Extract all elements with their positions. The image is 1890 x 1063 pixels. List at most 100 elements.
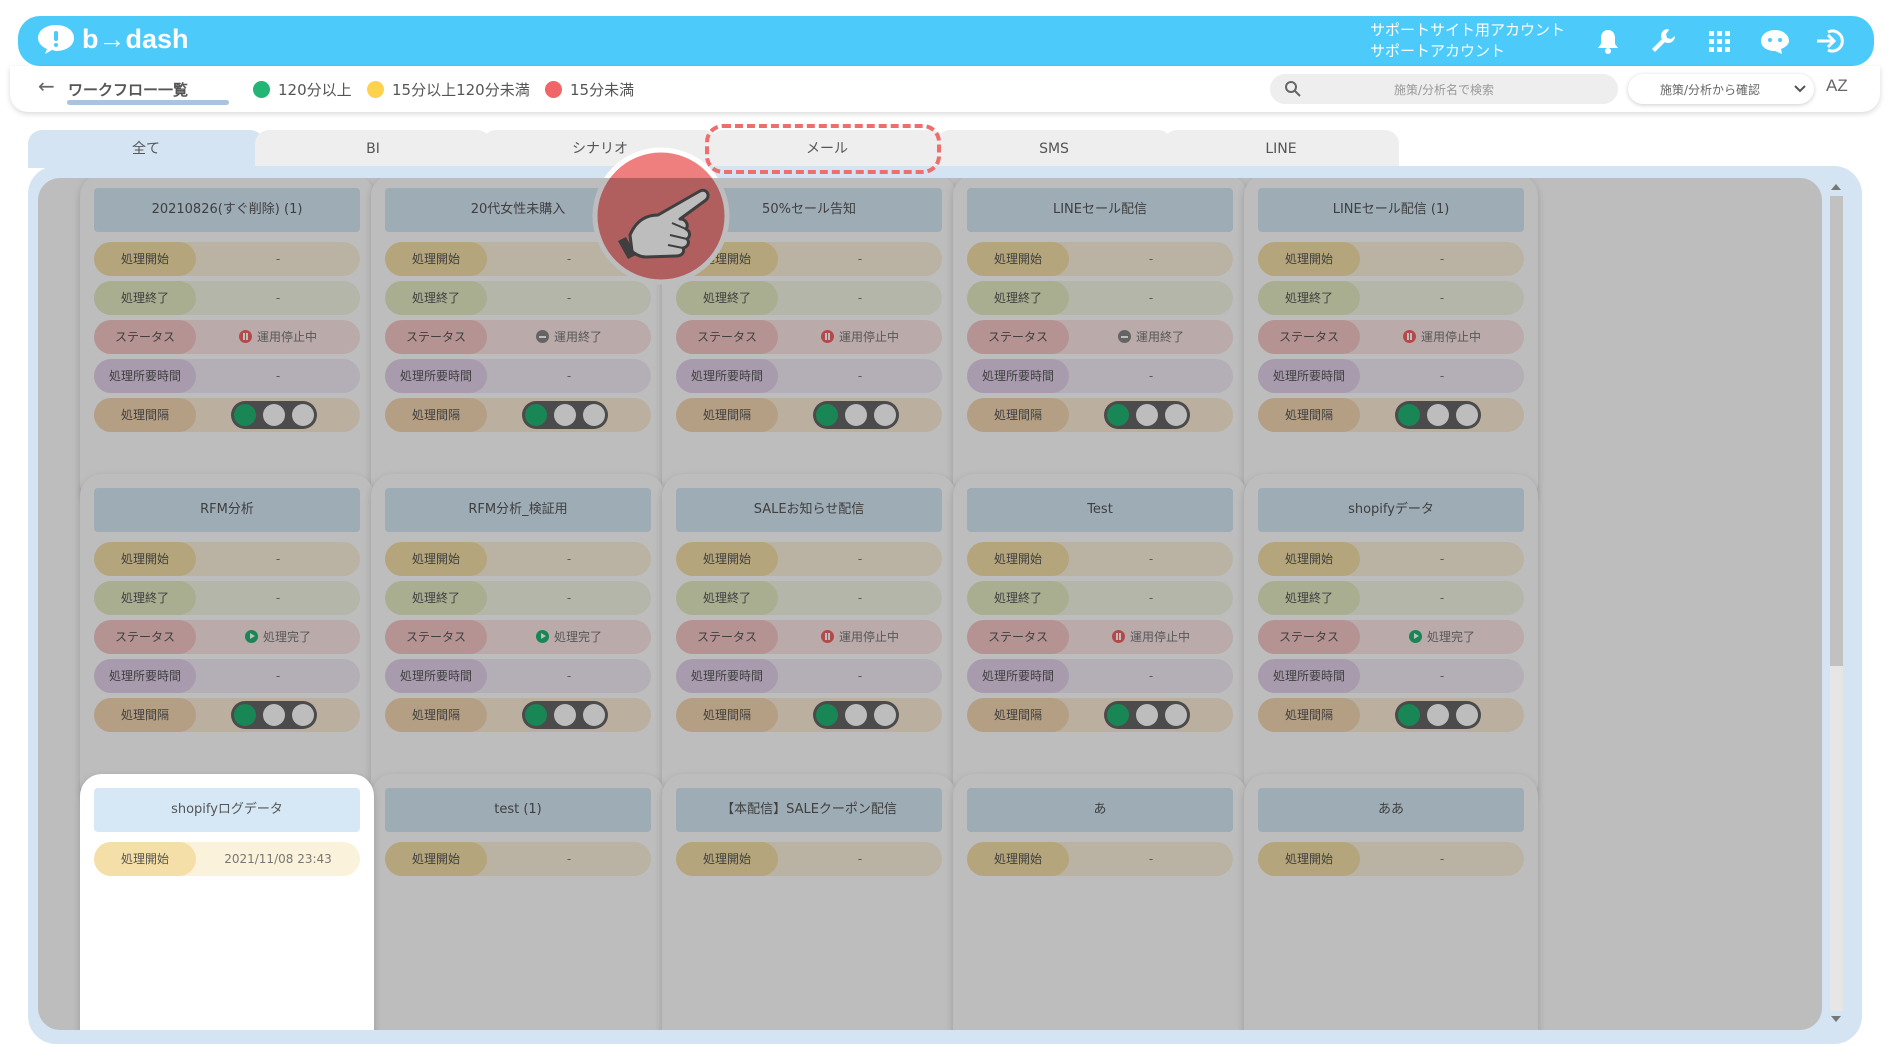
card-row-end: 処理終了 - xyxy=(385,581,651,615)
bell-icon[interactable] xyxy=(1593,26,1623,56)
interval-value xyxy=(1069,698,1233,732)
workflow-card[interactable]: Test 処理開始 - 処理終了 - ステータス 運用停止中 処理所要時間 - 処理間隔 xyxy=(953,474,1247,805)
workflow-card[interactable]: ああ 処理開始 - xyxy=(1244,774,1538,1030)
row-label: 処理開始 xyxy=(385,542,487,576)
card-title: RFM分析 xyxy=(94,488,360,532)
row-label: 処理終了 xyxy=(94,281,196,315)
workflow-card[interactable]: test (1) 処理開始 - xyxy=(371,774,665,1030)
logo[interactable]: b→dash xyxy=(36,23,189,55)
category-select[interactable]: 施策/分析から確認 xyxy=(1628,74,1814,104)
scrollbar[interactable] xyxy=(1824,178,1848,1030)
row-label: ステータス xyxy=(967,320,1069,354)
sort-az-button[interactable]: AZ xyxy=(1826,76,1848,96)
scroll-down-icon[interactable] xyxy=(1831,1016,1841,1024)
traffic-light-toggle[interactable] xyxy=(231,401,317,429)
card-row-duration: 処理所要時間 - xyxy=(967,359,1233,393)
traffic-light-toggle[interactable] xyxy=(522,401,608,429)
traffic-light-red xyxy=(583,704,605,726)
traffic-light-toggle[interactable] xyxy=(1395,701,1481,729)
traffic-light-yellow xyxy=(1427,704,1449,726)
card-row-duration: 処理所要時間 - xyxy=(385,359,651,393)
workflow-card[interactable]: RFM分析 処理開始 - 処理終了 - ステータス 処理完了 処理所要時間 - 処理間隔 xyxy=(80,474,374,805)
card-row-duration: 処理所要時間 - xyxy=(385,659,651,693)
workflow-card[interactable]: LINEセール配信 (1) 処理開始 - 処理終了 - ステータス 運用停止中 処理所… xyxy=(1244,178,1538,505)
row-value: - xyxy=(1439,669,1445,683)
wrench-icon[interactable] xyxy=(1648,26,1678,56)
card-title: shopifyデータ xyxy=(1258,488,1524,532)
workflow-card[interactable]: あ 処理開始 - xyxy=(953,774,1247,1030)
workflow-card[interactable]: SALEお知らせ配信 処理開始 - 処理終了 - ステータス 運用停止中 処理所要時間… xyxy=(662,474,956,805)
grid-icon[interactable] xyxy=(1704,26,1734,56)
scrollbar-thumb[interactable] xyxy=(1830,196,1843,666)
workflow-card[interactable]: LINEセール配信 処理開始 - 処理終了 - ステータス 運用終了 処理所要時間 - … xyxy=(953,178,1247,505)
row-label: 処理開始 xyxy=(94,842,196,876)
row-value: - xyxy=(1148,852,1154,866)
workflow-card[interactable]: shopifyデータ 処理開始 - 処理終了 - ステータス 処理完了 処理所要時間 -… xyxy=(1244,474,1538,805)
workflow-card[interactable]: shopifyログデータ 処理開始 2021/11/08 23:43 xyxy=(80,774,374,1030)
tab-all[interactable]: 全て xyxy=(28,130,264,168)
card-row-start: 処理開始 - xyxy=(676,542,942,576)
traffic-light-toggle[interactable] xyxy=(522,701,608,729)
row-value: - xyxy=(566,369,572,383)
tab-line[interactable]: LINE xyxy=(1163,130,1399,168)
traffic-light-toggle[interactable] xyxy=(1395,401,1481,429)
row-label: 処理終了 xyxy=(1258,281,1360,315)
status-text: 運用終了 xyxy=(553,330,602,344)
traffic-light-yellow xyxy=(845,404,867,426)
row-value: - xyxy=(857,591,863,605)
status-value: 処理完了 xyxy=(1360,620,1524,654)
status-value: 運用停止中 xyxy=(196,320,360,354)
status-value: 運用停止中 xyxy=(1360,320,1524,354)
traffic-light-yellow xyxy=(263,704,285,726)
back-arrow-icon[interactable]: ← xyxy=(38,74,55,98)
status-value: 運用停止中 xyxy=(1069,620,1233,654)
traffic-light-red xyxy=(874,704,896,726)
card-row-start: 処理開始 - xyxy=(676,842,942,876)
traffic-light-yellow xyxy=(1427,404,1449,426)
title-underline xyxy=(67,100,229,105)
traffic-light-yellow xyxy=(554,404,576,426)
tab-sms[interactable]: SMS xyxy=(936,130,1172,168)
row-label: ステータス xyxy=(385,620,487,654)
workflow-card[interactable]: 【本配信】SALEクーポン配信 処理開始 - xyxy=(662,774,956,1030)
status-text: 処理完了 xyxy=(553,630,602,644)
card-row-end: 処理終了 - xyxy=(967,281,1233,315)
account-info[interactable]: サポートサイト用アカウント サポートアカウント xyxy=(1370,20,1565,62)
card-row-end: 処理終了 - xyxy=(94,581,360,615)
card-row-interval: 処理間隔 xyxy=(676,398,942,432)
workflow-card[interactable]: RFM分析_検証用 処理開始 - 処理終了 - ステータス 処理完了 処理所要時間 - … xyxy=(371,474,665,805)
card-row-duration: 処理所要時間 - xyxy=(676,359,942,393)
workflow-grid: 20210826(すぐ削除) (1) 処理開始 - 処理終了 - ステータス 運用停止… xyxy=(38,178,1822,1030)
sub-header: ← ワークフロー一覧 120分以上 15分以上120分未満 15分未満 施策/分… xyxy=(10,66,1880,112)
row-label: 処理所要時間 xyxy=(1258,359,1360,393)
traffic-light-toggle[interactable] xyxy=(1104,701,1190,729)
traffic-light-toggle[interactable] xyxy=(813,401,899,429)
tab-bi[interactable]: BI xyxy=(255,130,491,168)
row-label: 処理所要時間 xyxy=(676,659,778,693)
row-label: ステータス xyxy=(967,620,1069,654)
row-value: - xyxy=(1439,852,1445,866)
search-input[interactable]: 施策/分析名で検索 xyxy=(1270,74,1618,104)
status-text: 運用停止中 xyxy=(838,630,899,644)
card-row-end: 処理終了 - xyxy=(1258,581,1524,615)
scroll-up-icon[interactable] xyxy=(1831,182,1841,190)
traffic-light-red xyxy=(874,404,896,426)
row-label: 処理開始 xyxy=(1258,542,1360,576)
workflow-card[interactable]: 20210826(すぐ削除) (1) 処理開始 - 処理終了 - ステータス 運用停止… xyxy=(80,178,374,505)
status-value: 処理完了 xyxy=(196,620,360,654)
row-label: 処理間隔 xyxy=(676,398,778,432)
legend-item-under15: 15分未満 xyxy=(545,79,634,100)
traffic-light-red xyxy=(1456,704,1478,726)
traffic-light-green xyxy=(1107,704,1129,726)
row-label: 処理開始 xyxy=(385,242,487,276)
traffic-light-toggle[interactable] xyxy=(813,701,899,729)
status-stopped-icon xyxy=(238,330,252,343)
traffic-light-toggle[interactable] xyxy=(231,701,317,729)
row-value: - xyxy=(1439,369,1445,383)
row-label: ステータス xyxy=(94,320,196,354)
traffic-light-red xyxy=(1165,404,1187,426)
logout-icon[interactable] xyxy=(1814,26,1848,56)
chat-bot-icon[interactable] xyxy=(1758,26,1792,56)
traffic-light-toggle[interactable] xyxy=(1104,401,1190,429)
row-value: - xyxy=(566,852,572,866)
